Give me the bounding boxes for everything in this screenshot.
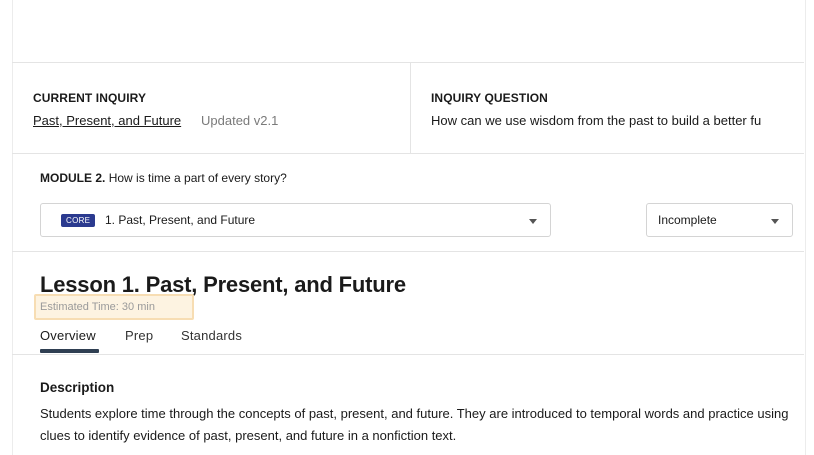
updated-version-text: Updated v2.1 <box>201 113 279 128</box>
tabs-divider <box>12 354 804 355</box>
module-divider <box>12 251 804 252</box>
chevron-down-icon <box>529 219 537 224</box>
estimated-time: Estimated Time: 30 min <box>40 301 155 313</box>
inquiry-question-text: How can we use wisdom from the past to b… <box>431 113 762 128</box>
status-select-value: Incomplete <box>658 213 717 227</box>
description-title: Description <box>40 380 115 395</box>
tab-standards[interactable]: Standards <box>181 328 242 343</box>
module-label: MODULE 2. <box>40 171 106 185</box>
current-inquiry-label: CURRENT INQUIRY <box>33 91 147 105</box>
core-badge: CORE <box>61 214 96 227</box>
module-question: How is time a part of every story? <box>108 171 287 185</box>
tab-prep[interactable]: Prep <box>125 328 153 343</box>
header-bottom-divider <box>12 153 804 154</box>
tab-overview[interactable]: Overview <box>40 328 96 343</box>
lesson-select-value: 1. Past, Present, and Future <box>105 213 256 227</box>
inquiry-link[interactable]: Past, Present, and Future <box>33 113 181 128</box>
inquiry-question-label: INQUIRY QUESTION <box>431 91 548 105</box>
lesson-select[interactable]: CORE 1. Past, Present, and Future <box>40 203 551 237</box>
header-top-divider <box>12 62 804 63</box>
module-heading: MODULE 2. How is time a part of every st… <box>40 171 287 185</box>
active-tab-indicator <box>40 349 99 353</box>
description-text: Students explore time through the concep… <box>40 406 789 443</box>
status-select[interactable]: Incomplete <box>646 203 793 237</box>
header-column-divider <box>410 62 411 153</box>
chevron-down-icon <box>771 219 779 224</box>
